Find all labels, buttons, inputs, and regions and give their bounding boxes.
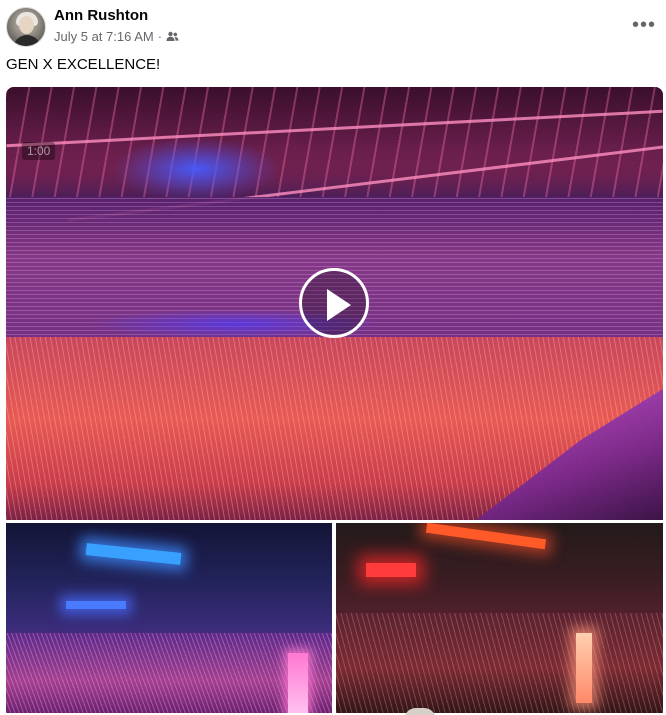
video-player[interactable]: 1:00 [6, 87, 663, 520]
post-text: GEN X EXCELLENCE! [6, 56, 161, 73]
author-avatar[interactable] [6, 7, 46, 47]
meta-separator: · [157, 29, 163, 44]
post-header: Ann Rushton July 5 at 7:16 AM · ••• [0, 0, 666, 56]
post-meta: July 5 at 7:16 AM · [54, 29, 179, 44]
red-light [425, 523, 547, 550]
stage-screen [288, 653, 308, 713]
friends-icon[interactable] [166, 31, 179, 42]
photo-left[interactable] [6, 523, 332, 713]
post-timestamp[interactable]: July 5 at 7:16 AM [54, 29, 154, 44]
more-options-button[interactable]: ••• [626, 10, 662, 46]
stage-screen [576, 633, 592, 703]
red-light [366, 563, 416, 577]
more-horizontal-icon: ••• [631, 14, 656, 36]
avatar-face [19, 16, 34, 34]
crowd [6, 633, 332, 713]
avatar-body [13, 35, 41, 46]
author-name[interactable]: Ann Rushton [54, 7, 148, 24]
media-grid: 1:00 [6, 87, 663, 713]
blue-light [85, 543, 182, 565]
video-duration: 1:00 [22, 142, 56, 160]
play-button[interactable] [299, 268, 369, 338]
crowd [336, 613, 663, 713]
blue-light [66, 601, 126, 609]
photo-right[interactable] [336, 523, 663, 713]
blue-stage-light [116, 139, 276, 199]
play-icon [327, 289, 351, 321]
